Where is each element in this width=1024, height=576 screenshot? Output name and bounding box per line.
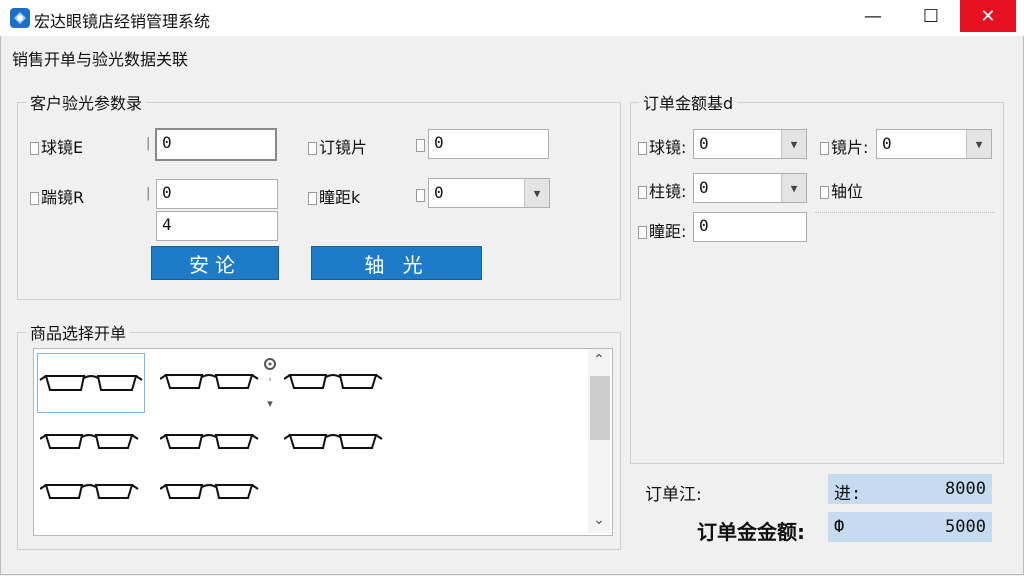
custom-lens-marker xyxy=(416,139,425,152)
amount-pd-input[interactable]: 0 xyxy=(693,212,807,242)
goods-group-legend: 商品选择开单 xyxy=(30,324,127,343)
amount-cylinder-value: 0 xyxy=(699,178,709,197)
amount-axis-checkbox[interactable] xyxy=(820,186,829,199)
extra-value-input[interactable]: 4 xyxy=(156,211,278,241)
glasses-item-5[interactable] xyxy=(159,415,260,467)
glasses-icon xyxy=(284,517,384,536)
amount-sphere-dropdown[interactable]: 0 ▼ xyxy=(693,129,807,159)
glasses-item-10[interactable] xyxy=(160,517,260,536)
amount-lens-checkbox[interactable] xyxy=(820,142,829,155)
spin-dot-icon: ˈ xyxy=(268,376,272,389)
amount-lens-row: 镜片: xyxy=(820,134,868,158)
chevron-down-icon[interactable]: ▼ xyxy=(781,174,806,202)
glasses-icon xyxy=(39,375,143,391)
item-spin-control[interactable]: ˈ ▾ xyxy=(262,357,278,419)
glasses-icon xyxy=(39,434,139,449)
amount-axis-row: 轴位 xyxy=(820,178,863,202)
total-amount-value: 5000 xyxy=(945,517,986,537)
total-amount-label: 订单金金额: xyxy=(697,520,805,544)
custom-lens-checkbox[interactable] xyxy=(308,142,317,155)
amount-pd-label: 瞳距: xyxy=(649,222,687,241)
glasses-item-7[interactable] xyxy=(39,465,140,517)
sphere-checkbox[interactable] xyxy=(30,142,39,155)
amount-cylinder-dropdown[interactable]: 0 ▼ xyxy=(693,173,807,203)
amount-cylinder-row: 柱镜: xyxy=(638,178,686,202)
scroll-up-icon[interactable]: ⌃ xyxy=(588,352,610,372)
glasses-item-6[interactable] xyxy=(283,415,384,467)
pd-dropdown-value: 0 xyxy=(434,183,444,202)
axis-input[interactable]: 0 xyxy=(156,179,278,209)
amount-pd-checkbox[interactable] xyxy=(638,226,647,239)
amount-sphere-checkbox[interactable] xyxy=(638,142,647,155)
page-subtitle: 销售开单与验光数据关联 xyxy=(12,50,189,69)
order-label: 订单江: xyxy=(645,485,702,505)
pd-checkbox[interactable] xyxy=(308,192,317,205)
amount-cylinder-label: 柱镜: xyxy=(649,182,687,201)
amount-cylinder-checkbox[interactable] xyxy=(638,186,647,199)
axis-checkbox[interactable] xyxy=(30,192,39,205)
glasses-icon xyxy=(159,434,259,449)
glasses-item-4[interactable] xyxy=(39,415,140,467)
pd-dropdown[interactable]: 0 ▼ xyxy=(428,178,550,208)
pd-label: 瞳距k xyxy=(319,188,361,207)
order-box-label: 进: xyxy=(834,484,862,504)
chevron-down-icon[interactable]: ▾ xyxy=(262,397,278,410)
amount-lens-value: 0 xyxy=(882,134,892,153)
glasses-item-3[interactable] xyxy=(283,355,384,407)
amount-axis-label: 轴位 xyxy=(831,182,864,201)
sphere-label-row: 球镜E xyxy=(30,134,83,158)
glasses-icon xyxy=(160,517,260,536)
chevron-down-icon[interactable]: ▼ xyxy=(966,130,991,158)
confirm-button[interactable]: 安论 xyxy=(151,246,279,280)
total-amount-box: Ф 5000 xyxy=(828,512,992,542)
glasses-item-1[interactable] xyxy=(37,353,145,413)
params-group-legend: 客户验光参数录 xyxy=(30,94,143,113)
glasses-icon xyxy=(283,434,383,449)
axis-label-row: 踹镜R xyxy=(30,184,84,208)
glasses-icon xyxy=(39,484,139,499)
sphere-marker: | xyxy=(146,136,151,151)
amount-sphere-value: 0 xyxy=(699,134,709,153)
sphere-label: 球镜E xyxy=(41,138,84,157)
pd-label-row: 瞳距k xyxy=(308,184,360,208)
maximize-button[interactable]: ☐ xyxy=(908,0,954,32)
chevron-down-icon[interactable]: ▼ xyxy=(781,130,806,158)
minimize-button[interactable]: — xyxy=(850,0,896,32)
amount-sphere-label: 球镜: xyxy=(649,138,687,157)
window-title: 宏达眼镜店经销管理系统 xyxy=(34,12,211,31)
glasses-icon xyxy=(283,374,383,389)
order-box-value: 8000 xyxy=(945,479,986,499)
glasses-item-11[interactable] xyxy=(284,517,384,536)
axis-label: 踹镜R xyxy=(41,188,85,207)
gear-icon[interactable] xyxy=(263,357,277,371)
glasses-icon xyxy=(159,484,259,499)
optometry-button[interactable]: 轴 光 xyxy=(311,246,482,280)
amount-group-legend: 订单金额基d xyxy=(643,94,734,113)
amount-lens-dropdown[interactable]: 0 ▼ xyxy=(876,129,992,159)
scroll-down-icon[interactable]: ⌄ xyxy=(588,512,610,532)
amount-pd-row: 瞳距: xyxy=(638,218,686,242)
amount-lens-label: 镜片: xyxy=(831,138,869,157)
axis-marker: | xyxy=(146,186,151,201)
order-box: 进: 8000 xyxy=(828,474,992,504)
glasses-icon xyxy=(40,517,140,536)
custom-lens-input[interactable]: 0 xyxy=(428,129,549,159)
glasses-item-9[interactable] xyxy=(40,517,140,536)
chevron-down-icon[interactable]: ▼ xyxy=(524,179,549,207)
close-button[interactable]: ✕ xyxy=(960,0,1016,32)
app-logo-icon xyxy=(10,8,30,28)
glasses-icon xyxy=(159,374,259,389)
goods-scrollbar-thumb[interactable] xyxy=(590,376,610,440)
goods-list[interactable] xyxy=(33,348,613,536)
custom-lens-label: 订镜片 xyxy=(319,138,368,157)
sphere-input[interactable]: 0 xyxy=(155,128,277,161)
custom-lens-label-row: 订镜片 xyxy=(308,134,367,158)
glasses-item-8[interactable] xyxy=(159,465,260,517)
amount-divider xyxy=(815,212,995,213)
currency-icon: Ф xyxy=(834,517,845,537)
glasses-item-2[interactable] xyxy=(159,355,260,407)
amount-sphere-row: 球镜: xyxy=(638,134,686,158)
pd-marker xyxy=(416,189,425,202)
